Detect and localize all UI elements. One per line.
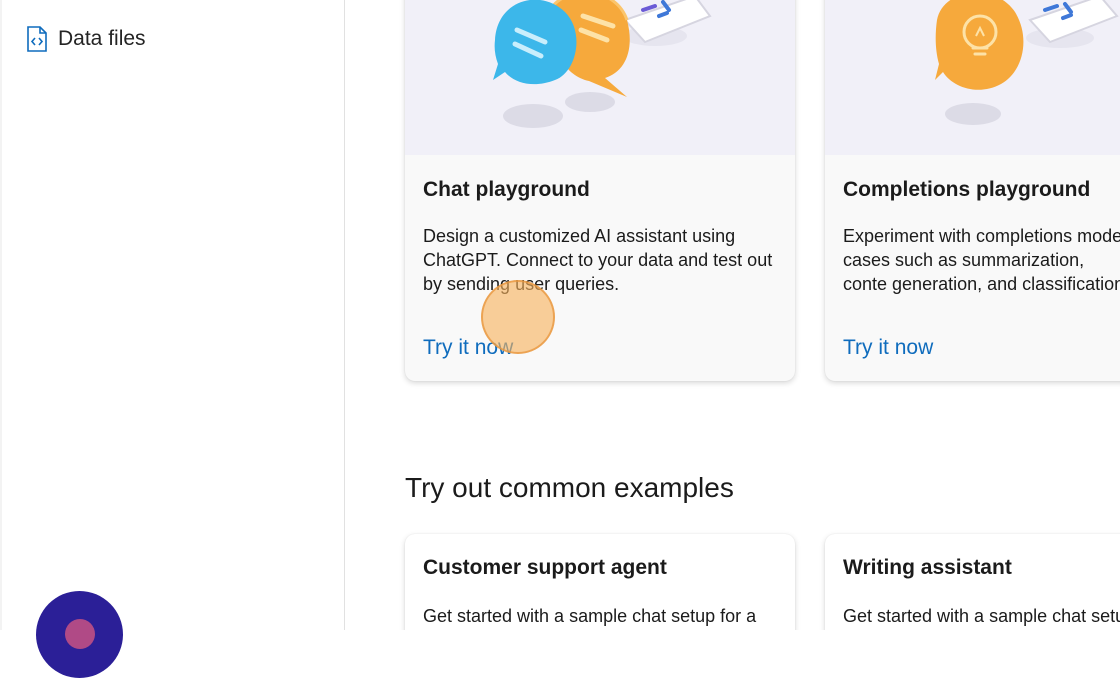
card-banner	[825, 0, 1120, 155]
click-indicator	[481, 280, 555, 354]
sidebar-item-label: Data files	[58, 27, 146, 50]
card-banner	[405, 0, 795, 155]
main-content: Chat playground Design a customized AI a…	[345, 0, 1120, 630]
chat-playground-card[interactable]: Chat playground Design a customized AI a…	[405, 0, 795, 381]
customer-support-example-card[interactable]: Customer support agent Get started with …	[405, 534, 795, 630]
sidebar: Data files	[0, 0, 345, 678]
try-it-now-link[interactable]: Try it now	[843, 336, 933, 360]
writing-assistant-example-card[interactable]: Writing assistant Get started with a sam…	[825, 534, 1120, 630]
card-description: Experiment with completions mode cases s…	[843, 226, 1120, 294]
card-title: Chat playground	[423, 178, 590, 201]
card-title: Writing assistant	[843, 556, 1012, 579]
examples-section-title: Try out common examples	[405, 472, 734, 503]
sidebar-edge	[0, 0, 2, 630]
sidebar-item-data-files[interactable]: Data files	[26, 26, 146, 52]
card-title: Customer support agent	[423, 556, 667, 579]
card-title: Completions playground	[843, 178, 1091, 201]
card-description: Design a customized AI assistant using C…	[423, 226, 773, 294]
code-file-icon	[26, 26, 48, 52]
chat-bubbles-illustration	[493, 0, 712, 128]
avatar[interactable]	[36, 591, 123, 678]
completions-playground-card[interactable]: Completions playground Experiment with c…	[825, 0, 1120, 381]
card-description: Get started with a sample chat setup for…	[423, 606, 757, 626]
card-description: Get started with a sample chat setup f	[843, 606, 1120, 626]
lightbulb-illustration	[935, 0, 1119, 125]
avatar-initial-circle	[65, 619, 95, 649]
